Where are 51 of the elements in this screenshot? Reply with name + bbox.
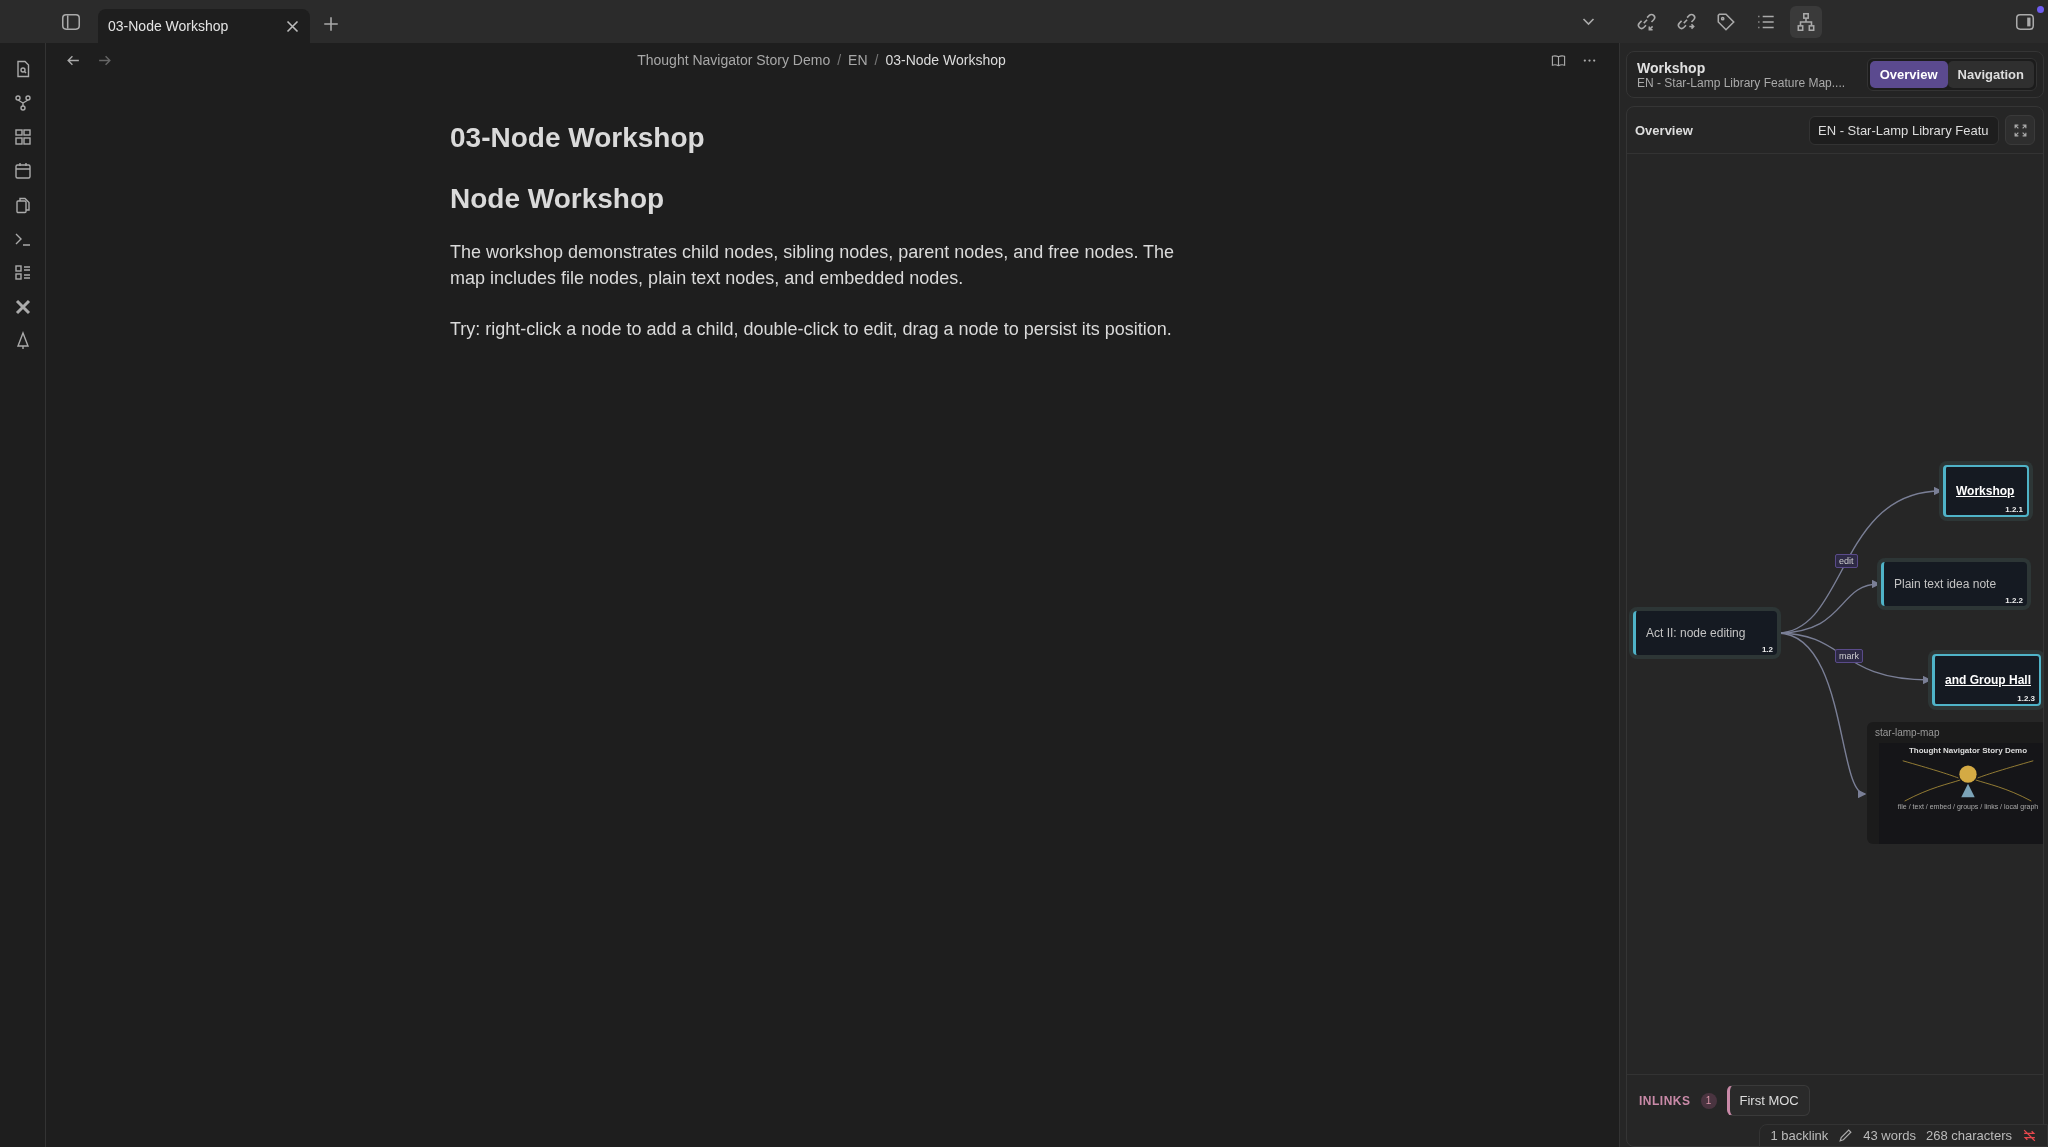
note-heading: Node Workshop xyxy=(450,182,666,215)
plus-icon[interactable] xyxy=(322,15,340,33)
character-count: 268 characters xyxy=(1926,1128,2012,1143)
node-label: Workshop xyxy=(1956,484,2015,498)
mode-tab[interactable]: Overview xyxy=(1869,61,1948,88)
count-badge: 1 xyxy=(1700,1092,1717,1109)
tab-title: 03-Node Workshop xyxy=(108,18,229,34)
panel-subtitle: EN - Star-Lamp Library Feature Map.... xyxy=(1637,75,1847,90)
checklist-icon[interactable] xyxy=(12,263,33,283)
backlink-count[interactable]: 1 backlink xyxy=(1770,1128,1829,1143)
grid-icon[interactable] xyxy=(12,127,33,147)
breadcrumb-item[interactable]: EN xyxy=(848,52,868,68)
calendar-icon[interactable] xyxy=(12,161,33,181)
image-title: Thought Navigator Story Demo xyxy=(1908,746,2028,755)
notification-dot xyxy=(2037,6,2044,13)
close-icon[interactable] xyxy=(285,18,300,34)
note-title: 03-Node Workshop xyxy=(450,121,706,155)
expand-icon xyxy=(2012,122,2028,138)
breadcrumb-item[interactable]: Thought Navigator Story Demo xyxy=(637,52,831,68)
embed-title: star-lamp-map xyxy=(1874,726,1941,740)
sync-error-icon[interactable] xyxy=(2022,1128,2037,1143)
paragraph: Try: right-click a node to add a child, double-click to edit, drag a node to persist its position. xyxy=(450,317,1173,341)
map-select-field[interactable]: EN - Star-Lamp Library Featu xyxy=(1809,115,1999,145)
node-label: Plain text idea note xyxy=(1894,577,1997,591)
breadcrumb-item[interactable]: 03-Node Workshop xyxy=(885,52,1006,68)
node-label: Act II: node editing xyxy=(1646,626,1746,640)
link-icon xyxy=(1635,11,1657,33)
inlinks-label: INLINKS xyxy=(1639,1093,1691,1108)
edge-label: edit xyxy=(1835,554,1858,568)
node-number: 1.2.1 xyxy=(2005,505,2023,514)
breadcrumb-separator: / xyxy=(837,52,842,68)
note-tab[interactable]: 03-Node Workshop xyxy=(98,9,310,43)
edge-label: mark xyxy=(1835,649,1863,663)
word-count: 43 words xyxy=(1863,1128,1916,1143)
node-number: 1.2 xyxy=(1761,645,1773,654)
breadcrumb-separator: / xyxy=(874,52,879,68)
node-number: 1.2.3 xyxy=(2017,694,2035,703)
pencil-icon[interactable] xyxy=(1838,1128,1854,1143)
node-number: 1.2.2 xyxy=(2005,596,2023,605)
hierarchy-button[interactable] xyxy=(1790,6,1822,38)
expand-button[interactable] xyxy=(2005,115,2035,145)
tag-icon xyxy=(1715,11,1737,33)
overview-label: Overview xyxy=(1635,122,1693,138)
hierarchy-icon xyxy=(1795,11,1817,33)
mode-tab[interactable]: Navigation xyxy=(1947,61,2034,88)
book-icon[interactable] xyxy=(1551,52,1566,68)
paragraph: The workshop demonstrates child nodes, sibling nodes, parent nodes, and free nodes. The map includes file nodes, plain text nodes, and embedded nodes. xyxy=(450,240,1176,290)
inlink-chip[interactable]: First MOC xyxy=(1726,1085,1810,1116)
panel-title: Workshop xyxy=(1637,59,1707,76)
node-label: and Group Hall xyxy=(1945,673,2031,687)
graph-icon[interactable] xyxy=(12,93,33,113)
